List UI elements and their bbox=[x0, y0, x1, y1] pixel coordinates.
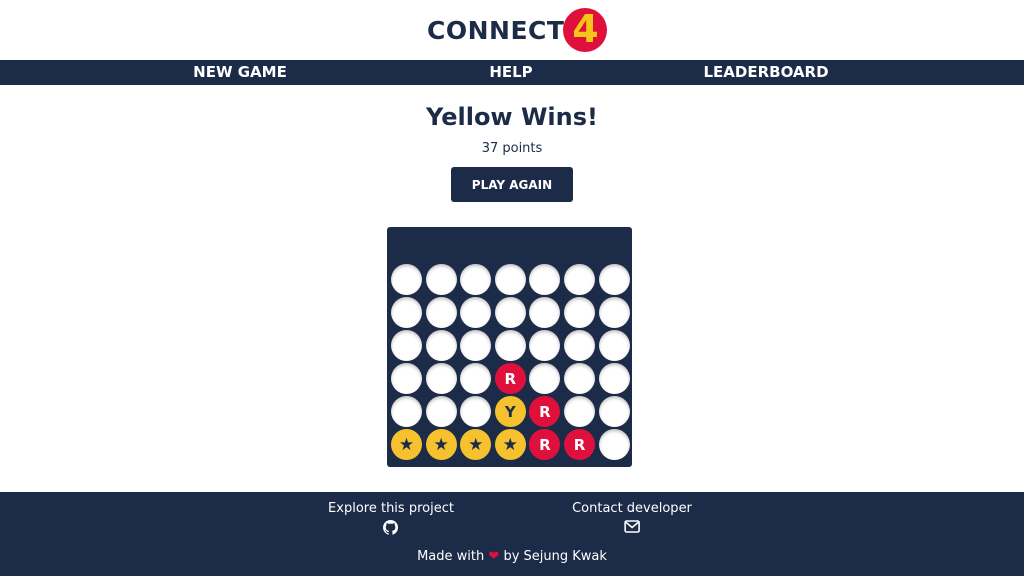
made-with-prefix: Made with bbox=[417, 549, 485, 564]
game-board[interactable]: R Y R ★ ★ ★ ★ R R bbox=[387, 227, 632, 467]
board-cell-empty[interactable] bbox=[494, 330, 526, 361]
contact-developer-link[interactable]: Contact developer bbox=[572, 501, 692, 533]
logo-badge: 4 bbox=[563, 7, 608, 52]
nav-bar: NEW GAME HELP LEADERBOARD bbox=[0, 60, 1024, 85]
points-text: 37 points bbox=[481, 141, 543, 156]
board-cell-empty[interactable] bbox=[425, 363, 457, 394]
explore-project-label: Explore this project bbox=[328, 501, 454, 516]
board-cell-empty[interactable] bbox=[598, 396, 630, 427]
logo-number: 4 bbox=[572, 7, 599, 51]
board-disc-yellow-winning[interactable]: ★ bbox=[460, 429, 492, 460]
board-cell-empty[interactable] bbox=[564, 297, 595, 328]
board-cell-empty[interactable] bbox=[425, 330, 457, 361]
board-disc-red[interactable]: R bbox=[494, 363, 526, 394]
made-with-credit: Made with ❤ by Sejung Kwak bbox=[0, 549, 1024, 564]
logo-text: CONNECT bbox=[427, 15, 565, 45]
contact-developer-label: Contact developer bbox=[572, 501, 692, 516]
board-cell-empty[interactable] bbox=[564, 396, 595, 427]
board-cell-empty[interactable] bbox=[460, 363, 492, 394]
board-cell-empty[interactable] bbox=[425, 297, 457, 328]
nav-new-game[interactable]: NEW GAME bbox=[193, 60, 287, 85]
board-cell-empty[interactable] bbox=[564, 264, 595, 295]
github-icon bbox=[383, 520, 399, 535]
board-cell-empty[interactable] bbox=[460, 330, 492, 361]
board-cell-empty[interactable] bbox=[460, 396, 492, 427]
board-cell-empty[interactable] bbox=[425, 264, 457, 295]
heart-icon: ❤ bbox=[488, 549, 500, 564]
board-cell-empty[interactable] bbox=[598, 330, 630, 361]
header: CONNECT 4 bbox=[0, 0, 1024, 60]
nav-leaderboard[interactable]: LEADERBOARD bbox=[703, 60, 828, 85]
board-disc-yellow-winning[interactable]: ★ bbox=[494, 429, 526, 460]
board-disc-red[interactable]: R bbox=[529, 396, 561, 427]
board-cell-empty[interactable] bbox=[529, 330, 561, 361]
board-cell-empty[interactable] bbox=[564, 363, 595, 394]
board-cell-empty[interactable] bbox=[391, 363, 422, 394]
board-disc-yellow-winning[interactable]: ★ bbox=[425, 429, 457, 460]
board-cell-empty[interactable] bbox=[598, 297, 630, 328]
board-cell-empty[interactable] bbox=[598, 264, 630, 295]
made-with-author: by Sejung Kwak bbox=[503, 549, 607, 564]
board-cell-empty[interactable] bbox=[391, 396, 422, 427]
board-cell-empty[interactable] bbox=[598, 363, 630, 394]
play-again-button[interactable]: PLAY AGAIN bbox=[451, 167, 573, 202]
board-cell-empty[interactable] bbox=[529, 297, 561, 328]
board-cell-empty[interactable] bbox=[564, 330, 595, 361]
footer: Explore this project Contact developer M… bbox=[0, 492, 1024, 576]
explore-project-link[interactable]: Explore this project bbox=[328, 501, 454, 535]
board-cell-empty[interactable] bbox=[460, 264, 492, 295]
board-cell-empty[interactable] bbox=[529, 264, 561, 295]
nav-help[interactable]: HELP bbox=[489, 60, 532, 85]
page: CONNECT 4 NEW GAME HELP LEADERBOARD Yell… bbox=[0, 0, 1024, 576]
result-title: Yellow Wins! bbox=[426, 103, 598, 131]
board-cell-empty[interactable] bbox=[391, 297, 422, 328]
board-cell-empty[interactable] bbox=[391, 330, 422, 361]
board-cell-empty[interactable] bbox=[425, 396, 457, 427]
board-cell-empty[interactable] bbox=[460, 297, 492, 328]
board-disc-yellow-winning[interactable]: ★ bbox=[391, 429, 422, 460]
board-disc-yellow[interactable]: Y bbox=[494, 396, 526, 427]
board-cell-empty[interactable] bbox=[598, 429, 630, 460]
board-cell-empty[interactable] bbox=[494, 297, 526, 328]
board-disc-red[interactable]: R bbox=[529, 429, 561, 460]
envelope-icon bbox=[624, 520, 640, 533]
logo[interactable]: CONNECT 4 bbox=[427, 7, 608, 53]
board-cell-empty[interactable] bbox=[494, 264, 526, 295]
board-disc-red[interactable]: R bbox=[564, 429, 595, 460]
board-cell-empty[interactable] bbox=[529, 363, 561, 394]
board-cell-empty[interactable] bbox=[391, 264, 422, 295]
